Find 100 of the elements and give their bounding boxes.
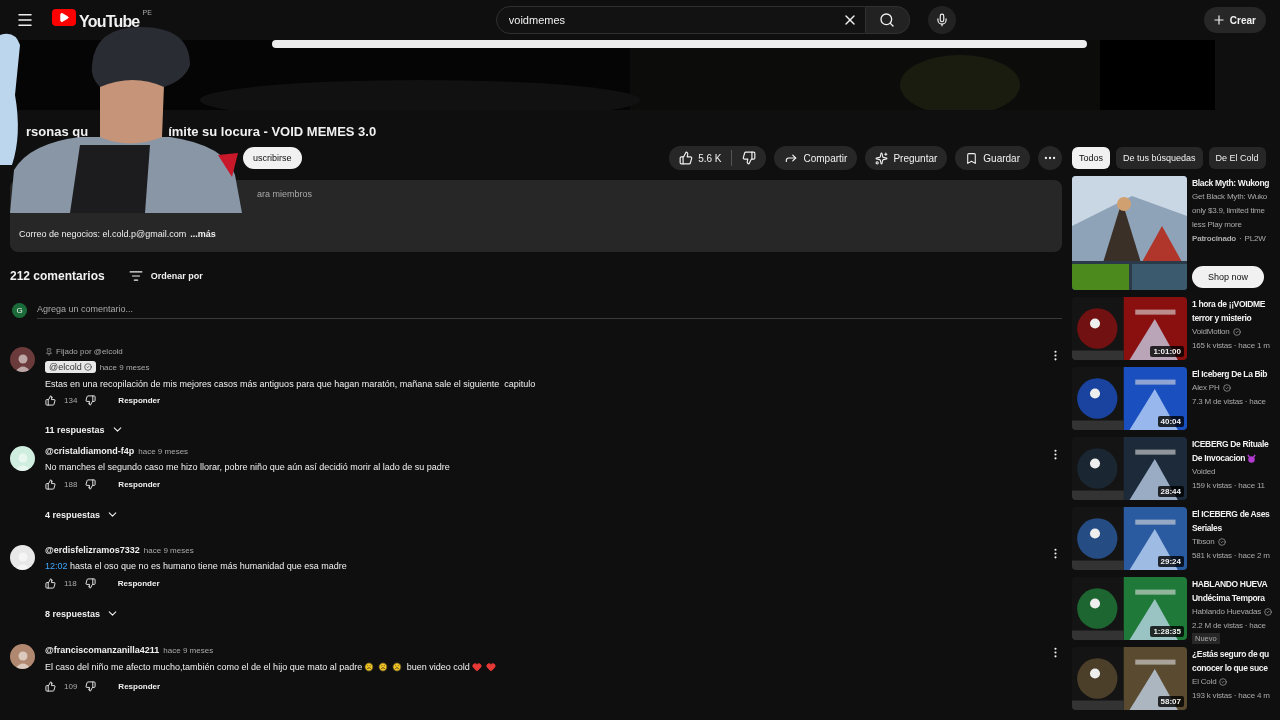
- video-title[interactable]: ICEBERG De Rituale: [1192, 437, 1269, 451]
- dislike-icon[interactable]: [85, 680, 97, 692]
- subscribe-button[interactable]: uscribirse: [243, 147, 302, 169]
- filter-chip[interactable]: De El Cold: [1208, 147, 1266, 169]
- comment-author[interactable]: @franciscomanzanilla4211: [45, 645, 160, 655]
- reply-button[interactable]: Responder: [117, 579, 160, 588]
- microphone-icon: [934, 13, 949, 27]
- pinned-label: Fijado por @elcold: [56, 347, 123, 356]
- reply-button[interactable]: Responder: [118, 681, 161, 691]
- menu-button[interactable]: [16, 11, 34, 29]
- channel-name[interactable]: Alex PH: [1192, 381, 1268, 395]
- worried-face-icon: [364, 662, 375, 672]
- video-title[interactable]: HABLANDO HUEVA: [1192, 577, 1273, 591]
- comment-input[interactable]: Agrega un comentario...: [37, 301, 1062, 319]
- like-icon[interactable]: [45, 395, 56, 406]
- like-icon[interactable]: [45, 680, 56, 692]
- timestamp-link[interactable]: 12:02: [45, 560, 68, 572]
- shop-button[interactable]: Shop now: [1192, 266, 1264, 288]
- comment-count: 212 comentarios: [10, 269, 105, 283]
- pin-icon: [45, 347, 53, 356]
- bookmark-icon: [965, 151, 979, 165]
- ad-text: less Play more: [1192, 219, 1243, 231]
- like-count: 118: [64, 579, 77, 588]
- video-duration: 1:01:00: [1150, 346, 1184, 357]
- like-icon[interactable]: [45, 479, 56, 490]
- video-title[interactable]: 1 hora de ¡¡VOIDME: [1192, 297, 1270, 311]
- thumbs-down-icon: [742, 151, 757, 165]
- video-title[interactable]: Undécima Tempora: [1192, 591, 1273, 605]
- search-icon: [879, 12, 896, 28]
- ad-text: only $3.9, limited time: [1192, 205, 1266, 217]
- description-text: ara miembros: [257, 189, 313, 199]
- sponsored-label: Patrocinado: [1192, 233, 1237, 245]
- comment-author[interactable]: @erdisfelizramos7332: [45, 545, 140, 555]
- like-icon[interactable]: [45, 578, 56, 589]
- reply-button[interactable]: Responder: [118, 480, 161, 489]
- dislike-icon[interactable]: [85, 395, 97, 406]
- filter-chip[interactable]: De tus búsquedas: [1116, 147, 1203, 169]
- comment-text: Estas en una recopilación de mis mejores casos más antiguos para que hagan maratón, mañana sale el siguiente capitulo: [45, 378, 537, 390]
- advertiser-name: PL2W: [1244, 233, 1266, 245]
- thumbs-up-icon: [679, 151, 694, 165]
- video-title[interactable]: Seriales: [1192, 521, 1270, 535]
- video-stats: 193 k vistas · hace 4 m: [1192, 690, 1270, 702]
- ask-button[interactable]: Preguntar: [865, 146, 948, 170]
- devil-icon: [1247, 453, 1257, 463]
- search-field[interactable]: voidmemes: [495, 6, 866, 34]
- video-stats: 2.2 M de vistas · hace: [1192, 620, 1267, 632]
- avatar[interactable]: [10, 545, 35, 570]
- more-button[interactable]: [1038, 146, 1062, 170]
- channel-name[interactable]: VoidMotion: [1192, 325, 1270, 339]
- video-duration: 58:07: [1157, 696, 1184, 707]
- separator-dot: ·: [1239, 233, 1242, 245]
- dislike-icon[interactable]: [84, 578, 96, 589]
- video-stats: 7.3 M de vistas · hace: [1192, 396, 1267, 408]
- like-count: 134: [64, 396, 78, 405]
- plus-icon: [1211, 13, 1226, 27]
- video-duration: 40:04: [1157, 416, 1184, 427]
- comment-author[interactable]: @cristaldiamond-f4p: [45, 446, 135, 456]
- dislike-icon[interactable]: [85, 479, 97, 490]
- filter-chip[interactable]: Todos: [1072, 147, 1111, 169]
- video-title[interactable]: De Invocacion: [1192, 451, 1269, 465]
- channel-name[interactable]: Tibson: [1192, 535, 1270, 549]
- replies-toggle[interactable]: 4 respuestas: [45, 508, 120, 521]
- sort-icon: [128, 269, 143, 283]
- ad-title[interactable]: Black Myth: Wukong: [1192, 176, 1270, 190]
- channel-name[interactable]: Voided: [1192, 465, 1269, 479]
- comment-text: No manches el segundo caso me hizo llorar, pobre niño que aún así decidió morir al lado de su padre: [45, 461, 451, 473]
- share-icon: [784, 151, 799, 165]
- video-duration: 1:28:35: [1150, 626, 1184, 637]
- comment-author[interactable]: @elcold: [45, 361, 96, 373]
- reply-button[interactable]: Responder: [118, 396, 161, 405]
- comment-time: hace 9 meses: [138, 446, 189, 456]
- replies-toggle[interactable]: 11 respuestas: [45, 423, 124, 436]
- comment-time: hace 9 meses: [163, 645, 214, 655]
- create-button[interactable]: Crear: [1203, 7, 1266, 33]
- video-title[interactable]: El ICEBERG de Ases: [1192, 507, 1270, 521]
- more-link[interactable]: ...más: [190, 229, 216, 239]
- avatar[interactable]: [10, 347, 35, 372]
- comment-text: 12:02 hasta el oso que no es humano tiene más humanidad que esa madre: [45, 560, 348, 572]
- share-button[interactable]: Compartir: [774, 146, 858, 170]
- replies-toggle[interactable]: 8 respuestas: [45, 607, 120, 620]
- video-duration: 29:24: [1157, 556, 1184, 567]
- avatar[interactable]: [10, 446, 35, 471]
- avatar[interactable]: [10, 644, 35, 669]
- comment-time: hace 9 meses: [143, 545, 194, 555]
- video-stats: 159 k vistas · hace 11: [1192, 480, 1266, 492]
- save-button[interactable]: Guardar: [955, 146, 1030, 170]
- video-title[interactable]: conocer lo que suce: [1192, 661, 1270, 675]
- sort-button[interactable]: Ordenar por: [128, 269, 203, 283]
- comment-time: hace 9 meses: [99, 362, 150, 372]
- like-count: 109: [64, 681, 78, 691]
- video-title[interactable]: terror y misterio: [1192, 311, 1270, 325]
- search-button[interactable]: [865, 6, 910, 34]
- channel-name[interactable]: Hablando Huevadas: [1192, 605, 1273, 619]
- video-title[interactable]: El Iceberg De La Bib: [1192, 367, 1268, 381]
- channel-name[interactable]: El Cold: [1192, 675, 1270, 689]
- heart-icon: [485, 662, 496, 672]
- microphone-button[interactable]: [927, 6, 956, 34]
- video-title[interactable]: ¿Estás seguro de qu: [1192, 647, 1270, 661]
- like-count: 188: [64, 480, 78, 489]
- video-stats: 165 k vistas · hace 1 m: [1192, 340, 1270, 352]
